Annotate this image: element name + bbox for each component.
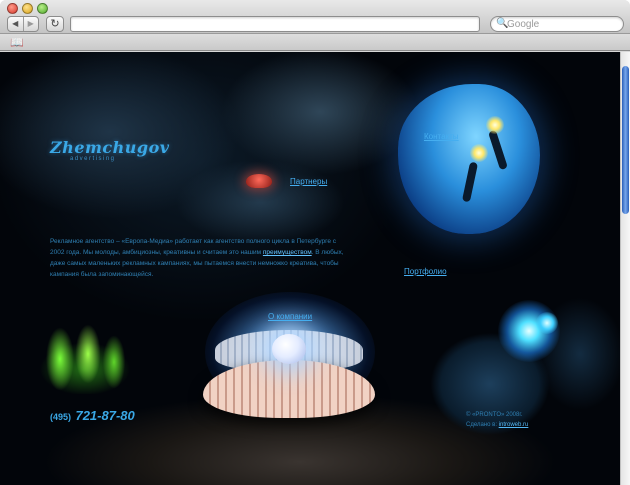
copyright-line: © «PRONTO» 2008г. bbox=[466, 412, 523, 418]
made-by-prefix: Сделано в: bbox=[466, 422, 497, 428]
browser-window: ◀ ▶ ↻ 🔍 📖 Zhemchugov advertising bbox=[0, 0, 630, 485]
browser-toolbar: ◀ ▶ ↻ 🔍 bbox=[0, 0, 630, 35]
phone-number: (495) 721-87-80 bbox=[50, 407, 135, 425]
page-viewport: Zhemchugov advertising Контакты Партнеры… bbox=[0, 52, 620, 485]
diver-light bbox=[486, 116, 504, 134]
phone-code: (495) bbox=[50, 412, 72, 422]
nav-link-portfolio[interactable]: Портфолио bbox=[404, 267, 447, 276]
crab-art bbox=[246, 174, 272, 188]
nav-link-partners[interactable]: Партнеры bbox=[290, 177, 327, 186]
forward-icon[interactable]: ▶ bbox=[22, 17, 39, 31]
search-input[interactable] bbox=[507, 17, 619, 31]
vertical-scrollbar[interactable] bbox=[620, 52, 630, 485]
site-logo-tagline: advertising bbox=[70, 156, 116, 162]
nav-link-contacts[interactable]: Контакты bbox=[424, 132, 459, 141]
maximize-window-icon[interactable] bbox=[37, 3, 48, 14]
copyright-block: © «PRONTO» 2008г. Сделано в: introweb.ru bbox=[466, 410, 528, 430]
bookmarks-bar: 📖 bbox=[0, 34, 630, 51]
minimize-window-icon[interactable] bbox=[22, 3, 33, 14]
address-bar[interactable] bbox=[70, 16, 480, 35]
advantage-link[interactable]: преимуществом bbox=[263, 249, 312, 256]
nav-link-about-company[interactable]: О компании bbox=[268, 312, 312, 321]
green-coral-art bbox=[30, 314, 140, 394]
search-box[interactable]: 🔍 bbox=[490, 16, 624, 32]
reload-icon[interactable]: ↻ bbox=[46, 16, 64, 32]
scrollbar-thumb[interactable] bbox=[622, 66, 629, 214]
back-icon[interactable]: ◀ bbox=[8, 17, 23, 31]
close-window-icon[interactable] bbox=[7, 3, 18, 14]
url-input[interactable] bbox=[71, 20, 479, 35]
developer-link[interactable]: introweb.ru bbox=[499, 422, 529, 428]
diver-light bbox=[470, 144, 488, 162]
bookmarks-icon[interactable]: 📖 bbox=[10, 36, 24, 49]
site-logo[interactable]: Zhemchugov bbox=[50, 138, 170, 157]
phone-digits: 721-87-80 bbox=[75, 408, 135, 423]
back-forward-buttons: ◀ ▶ bbox=[7, 16, 39, 32]
pearl-art bbox=[272, 334, 306, 364]
glowing-anemone-art bbox=[536, 312, 558, 334]
cave-opening-art bbox=[398, 84, 540, 234]
made-by-line: Сделано в: introweb.ru bbox=[466, 420, 528, 430]
about-paragraph: Рекламное агентство – «Европа-Медиа» раб… bbox=[50, 236, 350, 280]
